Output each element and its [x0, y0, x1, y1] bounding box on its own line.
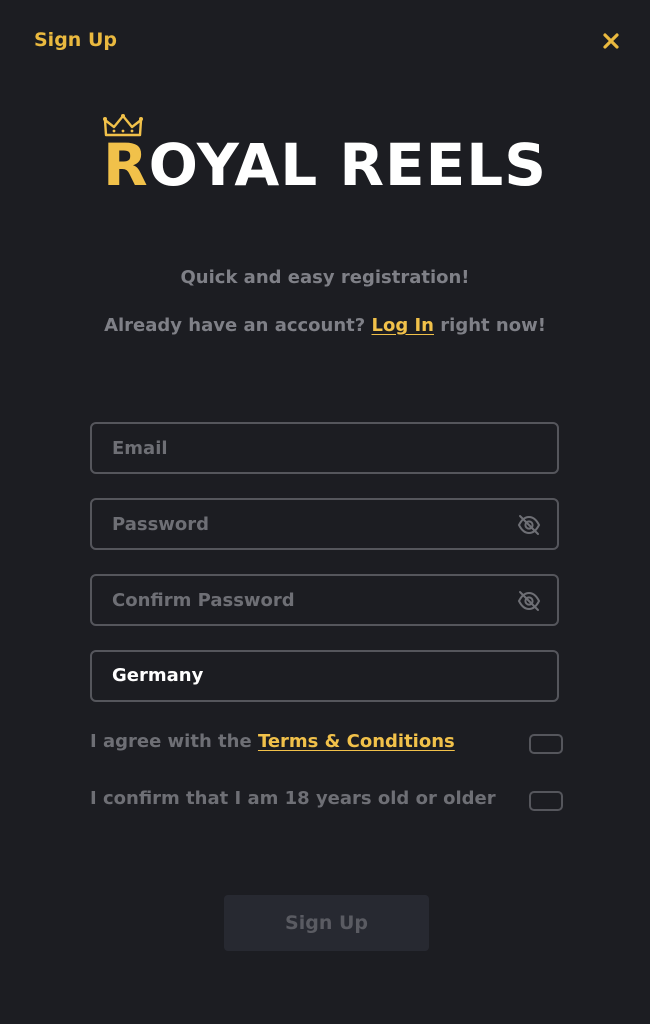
terms-label: I agree with the Terms & Conditions: [90, 731, 455, 752]
royal-reels-logo: ROYAL REELS: [0, 112, 650, 202]
logo-rest: OYAL REELS: [148, 131, 548, 199]
login-prompt-suffix: right now!: [440, 315, 546, 336]
terms-row: I agree with the Terms & Conditions: [90, 729, 563, 757]
login-prompt: Already have an account? Log In right no…: [0, 315, 650, 336]
eye-off-icon[interactable]: [517, 590, 541, 612]
close-button[interactable]: [598, 28, 624, 54]
confirm-password-input[interactable]: [112, 576, 512, 624]
logo-wordmark: ROYAL REELS: [0, 130, 650, 200]
signup-title: Sign Up: [34, 29, 117, 51]
close-icon: [603, 33, 619, 49]
confirm-password-field[interactable]: [90, 574, 559, 626]
sign-up-button[interactable]: Sign Up: [224, 895, 429, 951]
age-label: I confirm that I am 18 years old or olde…: [90, 788, 496, 809]
password-input[interactable]: [112, 500, 512, 548]
age-checkbox[interactable]: [529, 791, 563, 811]
registration-tagline: Quick and easy registration!: [180, 267, 470, 288]
country-select[interactable]: Germany: [90, 650, 559, 702]
login-prompt-prefix: Already have an account?: [104, 315, 366, 336]
terms-checkbox[interactable]: [529, 734, 563, 754]
eye-off-icon[interactable]: [517, 514, 541, 536]
email-field[interactable]: [90, 422, 559, 474]
terms-link[interactable]: Terms & Conditions: [258, 731, 455, 752]
logo-first-letter: R: [102, 131, 149, 199]
age-row: I confirm that I am 18 years old or olde…: [90, 786, 563, 814]
email-input[interactable]: [112, 424, 512, 472]
country-select-value: Germany: [112, 665, 204, 686]
terms-prefix: I agree with the: [90, 731, 252, 752]
login-link[interactable]: Log In: [372, 315, 435, 336]
password-field[interactable]: [90, 498, 559, 550]
